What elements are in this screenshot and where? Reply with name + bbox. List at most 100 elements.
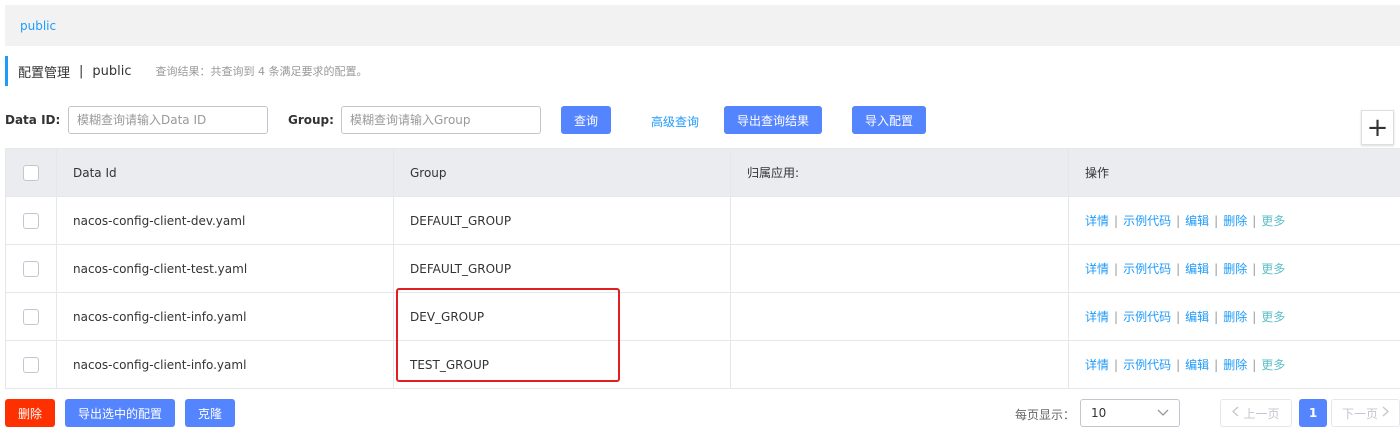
clone-button[interactable]: 克隆 xyxy=(185,399,235,427)
row-select-cell xyxy=(5,292,57,341)
header-data-id: Data Id xyxy=(56,148,394,197)
group-input[interactable] xyxy=(341,106,541,134)
sample-code-link[interactable]: 示例代码 xyxy=(1123,214,1171,228)
advanced-query-link[interactable]: 高级查询 xyxy=(651,113,699,130)
cell-data-id: nacos-config-client-info.yaml xyxy=(56,292,394,341)
ops-separator: | xyxy=(1176,358,1181,372)
table-row: nacos-config-client-info.yaml DEV_GROUP … xyxy=(5,292,1400,341)
ops-separator: | xyxy=(1252,310,1257,324)
ops-separator: | xyxy=(1176,214,1181,228)
page-title-text: 配置管理 xyxy=(18,65,71,81)
ops-separator: | xyxy=(1176,310,1181,324)
table-row: nacos-config-client-info.yaml TEST_GROUP… xyxy=(5,340,1400,389)
delete-link[interactable]: 删除 xyxy=(1223,262,1247,276)
more-link[interactable]: 更多 xyxy=(1261,310,1285,324)
export-results-button[interactable]: 导出查询结果 xyxy=(724,106,822,134)
page-size-value: 10 xyxy=(1091,406,1107,420)
namespace-bar: public xyxy=(5,5,1400,46)
more-link[interactable]: 更多 xyxy=(1261,358,1285,372)
page-header: 配置管理 | public 查询结果：共查询到 4 条满足要求的配置。 xyxy=(5,56,368,86)
table-header-row: Data Id Group 归属应用: 操作 xyxy=(5,148,1400,197)
cell-group: DEV_GROUP xyxy=(393,292,731,341)
prev-page-label: 上一页 xyxy=(1243,406,1280,421)
delete-link[interactable]: 删除 xyxy=(1223,310,1247,324)
data-id-label: Data ID: xyxy=(5,113,61,127)
delete-link[interactable]: 删除 xyxy=(1223,214,1247,228)
next-page-label: 下一页 xyxy=(1341,406,1378,421)
edit-link[interactable]: 编辑 xyxy=(1185,310,1209,324)
search-bar: Data ID: Group: 查询 高级查询 导出查询结果 导入配置 xyxy=(5,106,1395,134)
cell-app xyxy=(730,292,1069,341)
header-app: 归属应用: xyxy=(730,148,1069,197)
row-select-cell xyxy=(5,196,57,245)
chevron-right-icon xyxy=(1382,406,1389,420)
edit-link[interactable]: 编辑 xyxy=(1185,358,1209,372)
prev-page-button[interactable]: 上一页 xyxy=(1220,399,1292,427)
detail-link[interactable]: 详情 xyxy=(1085,214,1109,228)
ops-separator: | xyxy=(1114,310,1119,324)
cell-data-id: nacos-config-client-dev.yaml xyxy=(56,196,394,245)
cell-data-id: nacos-config-client-test.yaml xyxy=(56,244,394,293)
ops-separator: | xyxy=(1114,262,1119,276)
row-checkbox[interactable] xyxy=(23,260,39,277)
cell-group: DEFAULT_GROUP xyxy=(393,244,731,293)
ops-separator: | xyxy=(1214,262,1219,276)
row-checkbox[interactable] xyxy=(23,308,39,325)
title-separator: | xyxy=(79,63,84,79)
cell-data-id: nacos-config-client-info.yaml xyxy=(56,340,394,389)
add-config-button[interactable]: + xyxy=(1361,110,1394,145)
next-page-button[interactable]: 下一页 xyxy=(1331,399,1400,427)
config-table: Data Id Group 归属应用: 操作 nacos-config-clie… xyxy=(5,148,1400,389)
page-size-label: 每页显示： xyxy=(1015,408,1076,422)
ops-separator: | xyxy=(1252,358,1257,372)
ops-separator: | xyxy=(1114,358,1119,372)
sample-code-link[interactable]: 示例代码 xyxy=(1123,358,1171,372)
row-checkbox[interactable] xyxy=(23,212,39,229)
cell-ops: 详情 | 示例代码 | 编辑 | 删除 | 更多 xyxy=(1068,196,1400,245)
table-row: nacos-config-client-test.yaml DEFAULT_GR… xyxy=(5,244,1400,293)
data-id-input[interactable] xyxy=(68,106,268,134)
import-config-button[interactable]: 导入配置 xyxy=(852,106,926,134)
edit-link[interactable]: 编辑 xyxy=(1185,262,1209,276)
cell-group: TEST_GROUP xyxy=(393,340,731,389)
delete-selected-button[interactable]: 删除 xyxy=(5,399,55,427)
cell-group: DEFAULT_GROUP xyxy=(393,196,731,245)
ops-separator: | xyxy=(1214,358,1219,372)
chevron-left-icon xyxy=(1232,406,1239,420)
detail-link[interactable]: 详情 xyxy=(1085,358,1109,372)
cell-app xyxy=(730,244,1069,293)
result-count-hint: 查询结果：共查询到 4 条满足要求的配置。 xyxy=(155,65,368,78)
page-title-namespace: public xyxy=(92,63,132,79)
more-link[interactable]: 更多 xyxy=(1261,214,1285,228)
sample-code-link[interactable]: 示例代码 xyxy=(1123,262,1171,276)
row-checkbox[interactable] xyxy=(23,356,39,373)
header-group: Group xyxy=(393,148,731,197)
ops-separator: | xyxy=(1252,262,1257,276)
delete-link[interactable]: 删除 xyxy=(1223,358,1247,372)
cell-app xyxy=(730,196,1069,245)
more-link[interactable]: 更多 xyxy=(1261,262,1285,276)
row-select-cell xyxy=(5,244,57,293)
detail-link[interactable]: 详情 xyxy=(1085,262,1109,276)
ops-separator: | xyxy=(1214,310,1219,324)
header-ops: 操作 xyxy=(1068,148,1400,197)
row-select-cell xyxy=(5,340,57,389)
page-1-button[interactable]: 1 xyxy=(1299,399,1327,427)
select-all-checkbox[interactable] xyxy=(23,164,39,181)
cell-ops: 详情 | 示例代码 | 编辑 | 删除 | 更多 xyxy=(1068,244,1400,293)
query-button[interactable]: 查询 xyxy=(561,106,611,134)
sample-code-link[interactable]: 示例代码 xyxy=(1123,310,1171,324)
title-accent-bar xyxy=(5,56,8,86)
ops-separator: | xyxy=(1176,262,1181,276)
detail-link[interactable]: 详情 xyxy=(1085,310,1109,324)
cell-app xyxy=(730,340,1069,389)
export-selected-button[interactable]: 导出选中的配置 xyxy=(65,399,175,427)
edit-link[interactable]: 编辑 xyxy=(1185,214,1209,228)
table-footer: 删除 导出选中的配置 克隆 每页显示： 10 上一页 1 下一页 xyxy=(5,399,1400,427)
namespace-tab-public[interactable]: public xyxy=(20,19,56,33)
group-label: Group: xyxy=(288,113,334,127)
ops-separator: | xyxy=(1114,214,1119,228)
chevron-down-icon xyxy=(1157,406,1169,420)
page-size-select[interactable]: 10 xyxy=(1080,399,1180,427)
plus-icon: + xyxy=(1366,112,1389,143)
